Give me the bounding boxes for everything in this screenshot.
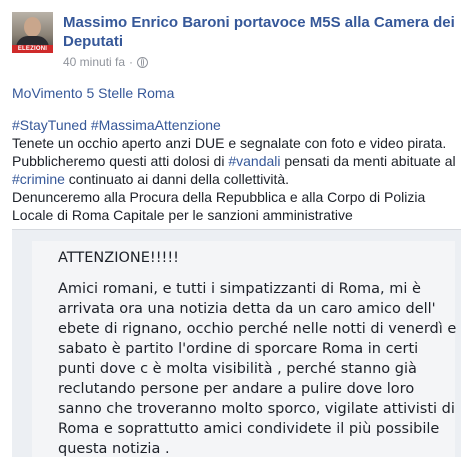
meta-separator: · bbox=[129, 55, 134, 69]
shared-image-title: ATTENZIONE!!!!! bbox=[58, 250, 179, 266]
post-author[interactable]: Massimo Enrico Baroni portavoce M5S alla… bbox=[63, 13, 463, 51]
hashtag-stay-tuned[interactable]: #StayTuned bbox=[12, 117, 87, 133]
page-name-link[interactable]: MoVimento 5 Stelle Roma bbox=[12, 84, 467, 102]
post-body: MoVimento 5 Stelle Roma #StayTuned #Mass… bbox=[12, 84, 467, 224]
post-meta: 40 minuti fa · bbox=[63, 55, 149, 69]
hashtag-crimine[interactable]: #crimine bbox=[12, 171, 65, 187]
shared-image-text: ATTENZIONE!!!!! Amici romani, e tutti i … bbox=[58, 248, 458, 459]
avatar[interactable]: ELEZIONI bbox=[12, 12, 53, 53]
hashtag-line: #StayTuned #MassimaAttenzione bbox=[12, 116, 467, 134]
shared-image[interactable]: ATTENZIONE!!!!! Amici romani, e tutti i … bbox=[12, 229, 461, 457]
hashtag-massima-attenzione[interactable]: #MassimaAttenzione bbox=[91, 117, 221, 133]
hashtag-vandali[interactable]: #vandali bbox=[228, 153, 280, 169]
paragraph-1c-text: continuato ai danni della collettività. bbox=[64, 171, 290, 187]
facebook-post: ELEZIONI Massimo Enrico Baroni portavoce… bbox=[0, 0, 473, 457]
shared-image-body: Amici romani, e tutti i simpatizzanti di… bbox=[58, 281, 457, 457]
globe-icon[interactable] bbox=[137, 56, 149, 68]
avatar-head bbox=[24, 17, 41, 37]
post-paragraph-1: Tenete un occhio aperto anzi DUE e segna… bbox=[12, 134, 467, 188]
avatar-strip: ELEZIONI bbox=[12, 45, 53, 53]
post-paragraph-2: Denunceremo alla Procura della Repubblic… bbox=[12, 189, 426, 223]
paragraph-1b-text: pensati da menti abituate al bbox=[280, 153, 456, 169]
post-timestamp[interactable]: 40 minuti fa bbox=[63, 55, 125, 69]
